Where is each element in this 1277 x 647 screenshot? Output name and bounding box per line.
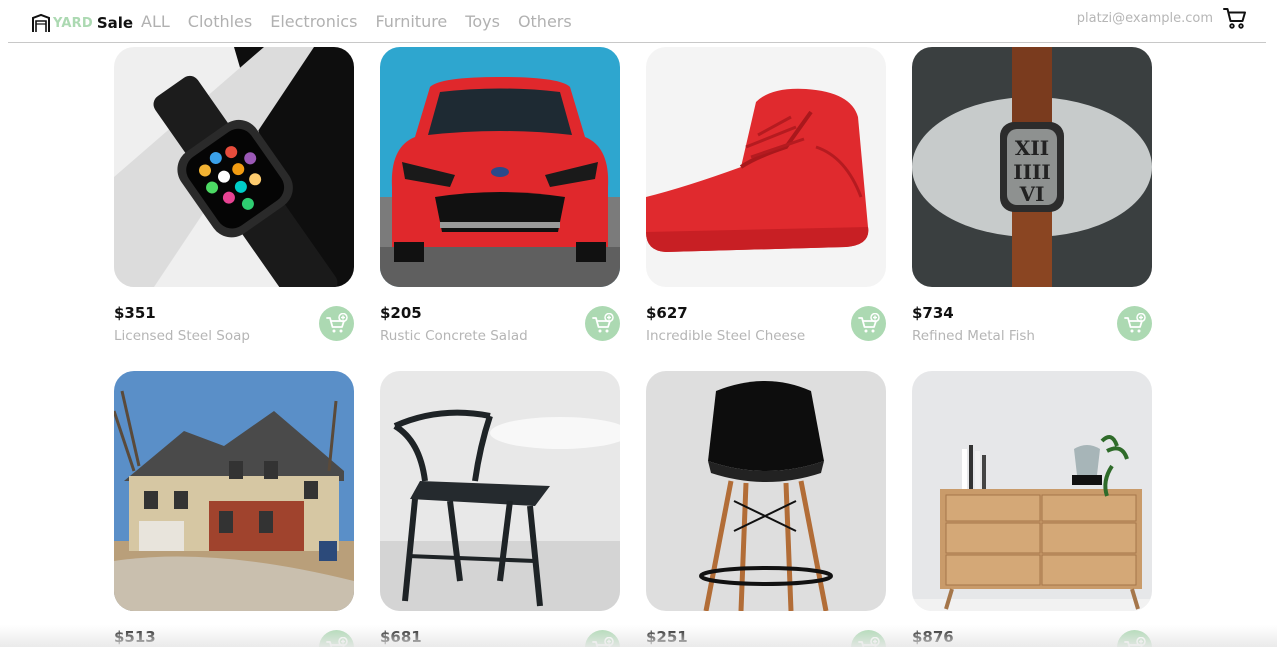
product-price: $876 xyxy=(912,628,954,646)
add-to-cart-icon xyxy=(1123,636,1146,647)
product-card[interactable]: $351 Licensed Steel Soap xyxy=(114,47,354,347)
product-price: $513 xyxy=(114,628,156,646)
yard-logo-icon xyxy=(32,13,50,32)
product-info: $251 xyxy=(646,611,886,647)
category-nav: ALL Clothles Electronics Furniture Toys … xyxy=(141,12,590,31)
add-to-cart-icon xyxy=(325,312,348,332)
product-image[interactable] xyxy=(380,371,620,611)
product-info: $351 Licensed Steel Soap xyxy=(114,287,354,347)
product-name: Refined Metal Fish xyxy=(912,328,1035,344)
red-sneaker-photo xyxy=(646,47,886,287)
product-card[interactable]: $876 xyxy=(912,371,1152,647)
product-info: $876 xyxy=(912,611,1152,647)
logo-yard-text: YARD xyxy=(53,15,93,31)
nav-link-toys[interactable]: Toys xyxy=(465,12,500,31)
svg-text:IIII: IIII xyxy=(1013,160,1050,184)
product-price: $681 xyxy=(380,628,422,646)
product-image[interactable] xyxy=(114,371,354,611)
logo[interactable]: YARD Sale xyxy=(31,12,133,34)
product-card[interactable]: XII IIII VI $734 Refined Metal Fish xyxy=(912,47,1152,347)
house-photo xyxy=(114,371,354,611)
add-to-cart-button[interactable] xyxy=(319,306,354,341)
product-card[interactable]: $627 Incredible Steel Cheese xyxy=(646,47,886,347)
product-image[interactable] xyxy=(912,371,1152,611)
add-to-cart-button[interactable] xyxy=(585,630,620,647)
product-name: Licensed Steel Soap xyxy=(114,328,250,344)
product-image[interactable] xyxy=(646,371,886,611)
product-card[interactable]: $513 xyxy=(114,371,354,647)
add-to-cart-icon xyxy=(857,312,880,332)
shopping-cart-icon[interactable] xyxy=(1222,5,1248,31)
nav-link-furniture[interactable]: Furniture xyxy=(375,12,447,31)
product-price: $351 xyxy=(114,304,156,322)
product-image[interactable]: XII IIII VI xyxy=(912,47,1152,287)
product-image[interactable] xyxy=(646,47,886,287)
svg-text:XII: XII xyxy=(1015,136,1049,160)
add-to-cart-icon xyxy=(857,636,880,647)
product-price: $734 xyxy=(912,304,954,322)
svg-text:VI: VI xyxy=(1019,182,1045,206)
bar-stool-photo xyxy=(646,371,886,611)
add-to-cart-button[interactable] xyxy=(585,306,620,341)
product-price: $627 xyxy=(646,304,688,322)
product-info: $205 Rustic Concrete Salad xyxy=(380,287,620,347)
add-to-cart-icon xyxy=(325,636,348,647)
product-info: $627 Incredible Steel Cheese xyxy=(646,287,886,347)
add-to-cart-button[interactable] xyxy=(319,630,354,647)
product-card[interactable]: $205 Rustic Concrete Salad xyxy=(380,47,620,347)
product-name: Rustic Concrete Salad xyxy=(380,328,528,344)
add-to-cart-icon xyxy=(591,636,614,647)
black-chair-photo xyxy=(380,371,620,611)
add-to-cart-icon xyxy=(1123,312,1146,332)
navbar: YARD Sale ALL Clothles Electronics Furni… xyxy=(8,0,1266,43)
product-card[interactable]: $681 xyxy=(380,371,620,647)
product-name: Incredible Steel Cheese xyxy=(646,328,806,344)
product-info: $734 Refined Metal Fish xyxy=(912,287,1152,347)
add-to-cart-button[interactable] xyxy=(851,306,886,341)
logo-sale-text: Sale xyxy=(96,14,134,32)
nav-link-all[interactable]: ALL xyxy=(141,12,170,31)
nav-link-clothes[interactable]: Clothles xyxy=(188,12,252,31)
product-image[interactable] xyxy=(114,47,354,287)
red-car-photo xyxy=(380,47,620,287)
product-image[interactable] xyxy=(380,47,620,287)
smartwatch-photo xyxy=(114,47,354,287)
add-to-cart-button[interactable] xyxy=(1117,306,1152,341)
nav-link-others[interactable]: Others xyxy=(518,12,572,31)
user-email[interactable]: platzi@example.com xyxy=(1077,11,1213,26)
product-card[interactable]: $251 xyxy=(646,371,886,647)
product-price: $205 xyxy=(380,304,422,322)
product-price: $251 xyxy=(646,628,688,646)
add-to-cart-icon xyxy=(591,312,614,332)
wooden-dresser-photo xyxy=(912,371,1152,611)
add-to-cart-button[interactable] xyxy=(1117,630,1152,647)
add-to-cart-button[interactable] xyxy=(851,630,886,647)
product-info: $513 xyxy=(114,611,354,647)
wristwatch-photo: XII IIII VI xyxy=(912,47,1152,287)
product-info: $681 xyxy=(380,611,620,647)
nav-link-electronics[interactable]: Electronics xyxy=(270,12,357,31)
